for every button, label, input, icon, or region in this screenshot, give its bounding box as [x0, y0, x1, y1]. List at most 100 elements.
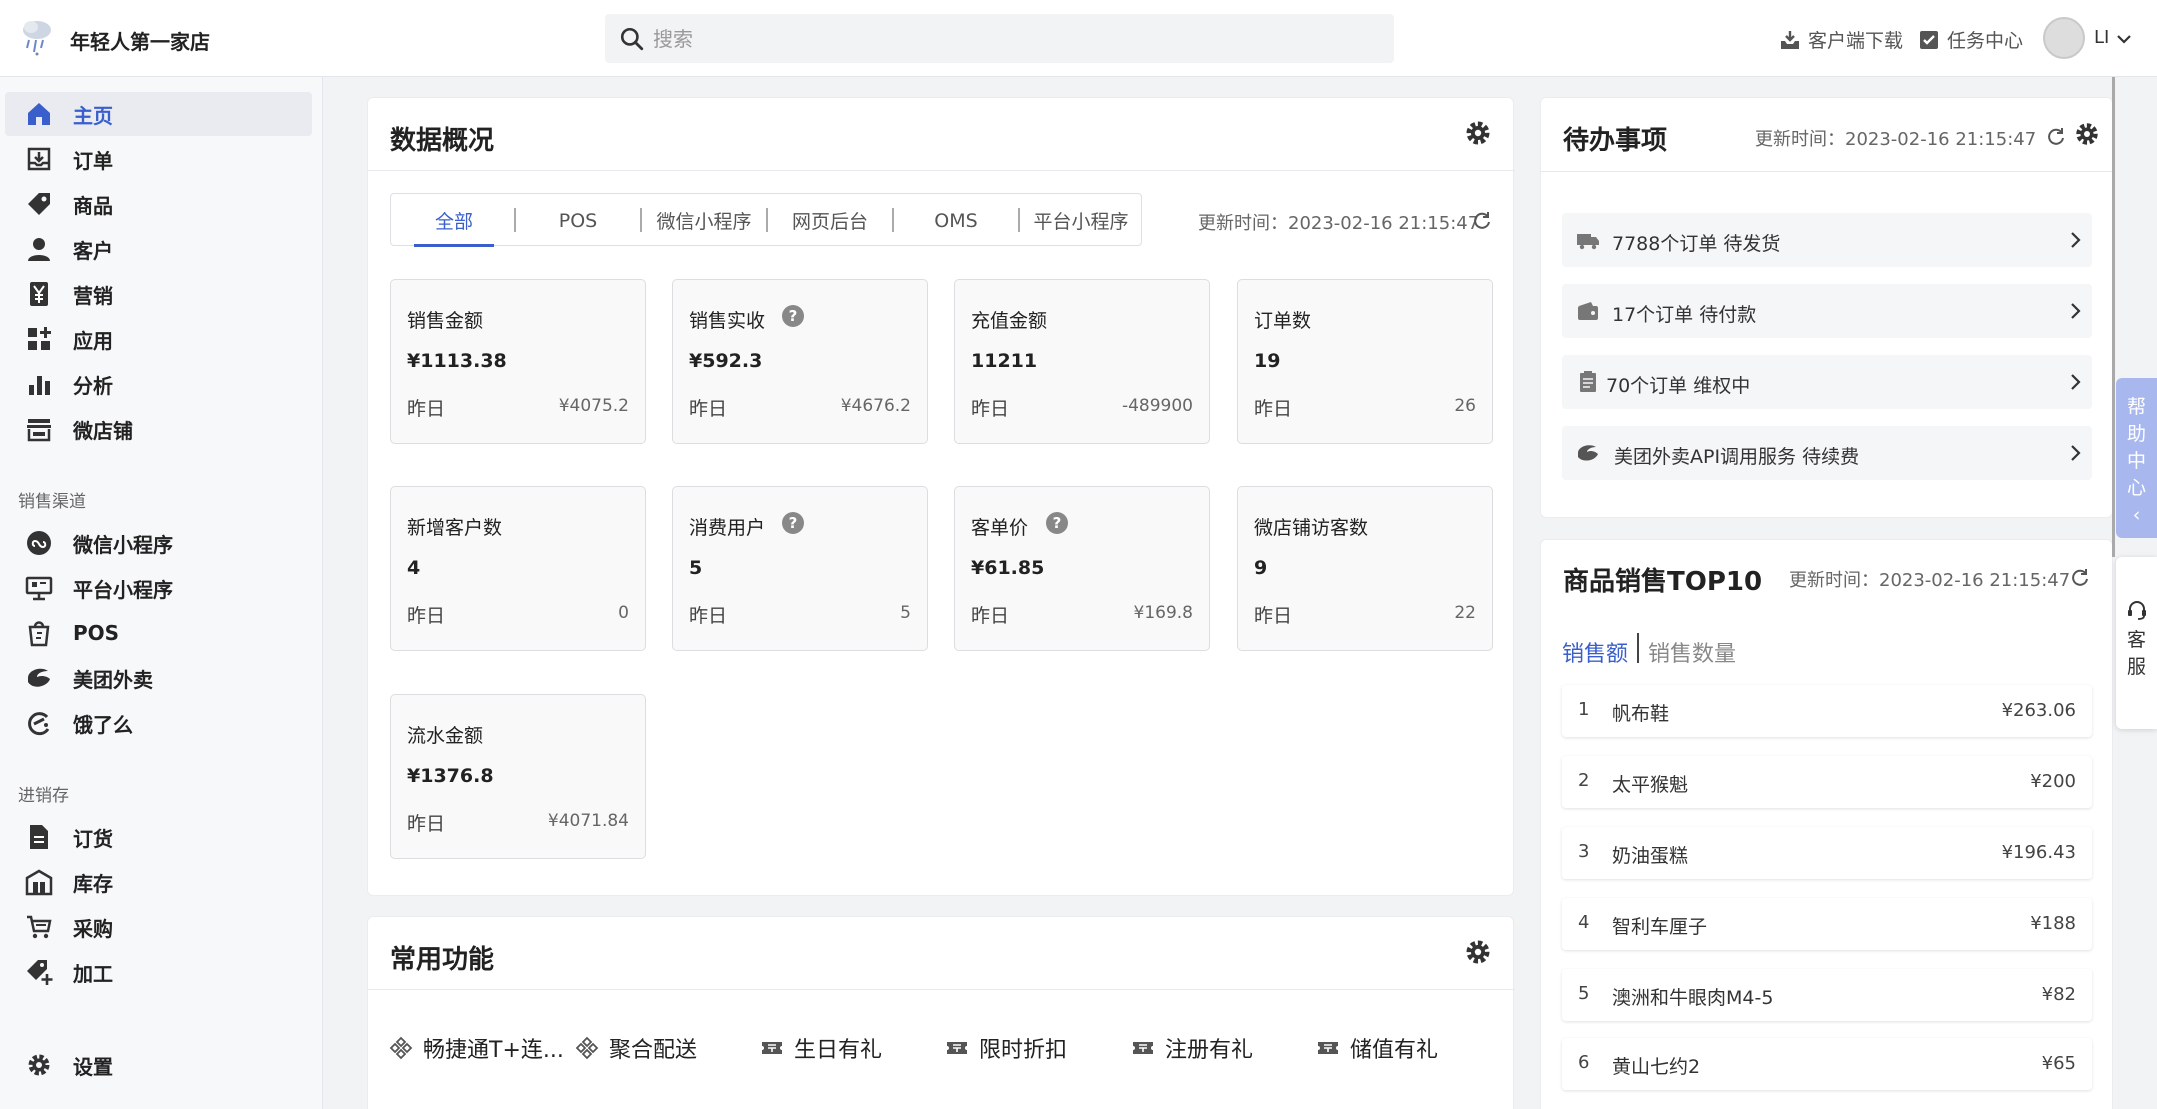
function-label: 聚合配送 — [609, 1038, 698, 1063]
sidebar-item-wechat-mini[interactable]: 微信小程序 — [5, 521, 312, 565]
sidebar-item-marketing[interactable]: 营销 — [5, 272, 312, 316]
gear-icon[interactable] — [2073, 120, 2101, 148]
refresh-icon[interactable] — [2046, 126, 2066, 146]
function-stored-value-gift[interactable]: 储值有礼 — [1316, 1032, 1438, 1064]
sidebar-item-settings[interactable]: 设置 — [5, 1043, 312, 1087]
sidebar-item-eleme[interactable]: 饿了么 — [5, 701, 312, 745]
list-item[interactable]: 1 帆布鞋 ¥263.06 — [1562, 685, 2092, 737]
metric-yesterday-value: ¥169.8 — [1133, 603, 1193, 623]
sidebar-item-analytics[interactable]: 分析 — [5, 362, 312, 406]
function-flash-discount[interactable]: 限时折扣 — [945, 1032, 1067, 1064]
list-item[interactable]: 5 澳洲和牛眼肉M4-5 ¥82 — [1562, 969, 2092, 1021]
sidebar-item-ordering[interactable]: 订货 — [5, 815, 312, 859]
search-input[interactable] — [653, 14, 1373, 63]
sidebar-item-stock[interactable]: 库存 — [5, 860, 312, 904]
sidebar-item-products[interactable]: 商品 — [5, 182, 312, 226]
scrollbar[interactable] — [2112, 77, 2115, 557]
tab-platform-mini[interactable]: 平台小程序 — [1020, 194, 1142, 247]
tab-sales-quantity[interactable]: 销售数量 — [1648, 636, 1736, 668]
gear-icon[interactable] — [1463, 937, 1493, 967]
customer-service-tab[interactable]: 客服 — [2116, 557, 2157, 729]
function-chanjet[interactable]: 畅捷通T+连... — [389, 1032, 564, 1064]
svg-text:?: ? — [1053, 514, 1062, 532]
user-name[interactable]: LI — [2094, 27, 2109, 48]
sidebar-item-label: 平台小程序 — [73, 577, 173, 602]
tab-sales-amount[interactable]: 销售额 — [1562, 636, 1628, 668]
todo-item-pending-payment[interactable]: 17个订单 待付款 — [1562, 284, 2092, 338]
metric-value: ¥1376.8 — [407, 765, 494, 787]
metric-yesterday-label: 昨日 — [971, 605, 1010, 627]
list-item[interactable]: 6 黄山七约2 ¥65 — [1562, 1038, 2092, 1090]
todo-item-pending-shipment[interactable]: 7788个订单 待发货 — [1562, 213, 2092, 267]
chevron-down-icon[interactable] — [2115, 30, 2133, 48]
help-center-tab[interactable]: 帮助中心 ‹ — [2116, 378, 2157, 538]
chevron-right-icon — [2071, 445, 2081, 461]
metric-yesterday-label: 昨日 — [1254, 398, 1293, 420]
metric-card-store-visitors[interactable]: 微店铺访客数 9 昨日 22 — [1237, 486, 1493, 651]
metric-card-sales-amount[interactable]: 销售金额 ¥1113.38 昨日 ¥4075.2 — [390, 279, 646, 444]
meituan-icon — [28, 668, 50, 687]
gear-icon[interactable] — [1463, 118, 1493, 148]
sidebar-item-apps[interactable]: 应用 — [5, 317, 312, 361]
sidebar-item-meituan[interactable]: 美团外卖 — [5, 656, 312, 700]
function-birthday-gift[interactable]: 生日有礼 — [760, 1032, 882, 1064]
avatar[interactable] — [2043, 17, 2085, 59]
rank-number: 2 — [1578, 770, 1590, 791]
list-item[interactable]: 3 奶油蛋糕 ¥196.43 — [1562, 827, 2092, 879]
yen-icon — [30, 282, 48, 306]
help-icon[interactable]: ? — [781, 511, 805, 535]
sidebar-item-label: 订货 — [73, 826, 113, 851]
help-icon[interactable]: ? — [781, 304, 805, 328]
metric-label: 客单价 — [971, 517, 1029, 539]
sidebar-item-purchase[interactable]: 采购 — [5, 905, 312, 949]
product-sales: ¥188 — [2030, 913, 2076, 934]
sidebar-item-label: 采购 — [73, 916, 113, 941]
help-icon[interactable]: ? — [1045, 511, 1069, 535]
sidebar-item-home[interactable]: 主页 — [5, 92, 312, 136]
refresh-icon[interactable] — [2070, 567, 2090, 587]
sidebar-item-label: 订单 — [73, 148, 113, 173]
metric-card-flow-amount[interactable]: 流水金额 ¥1376.8 昨日 ¥4071.84 — [390, 694, 646, 859]
metric-card-avg-order-value[interactable]: 客单价 ? ¥61.85 昨日 ¥169.8 — [954, 486, 1210, 651]
metric-yesterday-value: 22 — [1454, 603, 1476, 623]
metric-card-sales-received[interactable]: 销售实收 ? ¥592.3 昨日 ¥4676.2 — [672, 279, 928, 444]
sidebar-item-orders[interactable]: 订单 — [5, 137, 312, 181]
tab-all[interactable]: 全部 — [414, 194, 494, 247]
metric-card-recharge[interactable]: 充值金额 11211 昨日 -489900 — [954, 279, 1210, 444]
search-box[interactable] — [605, 14, 1394, 63]
sidebar-item-platform-mini[interactable]: 平台小程序 — [5, 566, 312, 610]
headset-icon — [2128, 601, 2146, 620]
overview-update-time: 更新时间：2023-02-16 21:15:47 — [1198, 213, 1480, 234]
download-label: 客户端下载 — [1808, 30, 1904, 52]
list-item[interactable]: 2 太平猴魁 ¥200 — [1562, 756, 2092, 808]
logo-icon[interactable] — [20, 18, 54, 56]
tab-wechat-mini[interactable]: 微信小程序 — [642, 194, 766, 247]
todo-item-meituan-renewal[interactable]: 美团外卖API调用服务 待续费 — [1562, 426, 2092, 480]
metric-value: 9 — [1254, 557, 1268, 579]
sidebar-item-label: POS — [73, 621, 120, 645]
task-center-link[interactable]: 任务中心 — [1917, 26, 2023, 53]
sidebar-item-processing[interactable]: 加工 — [5, 950, 312, 994]
sidebar-item-micro-store[interactable]: 微店铺 — [5, 407, 312, 451]
metric-card-paying-users[interactable]: 消费用户 ? 5 昨日 5 — [672, 486, 928, 651]
refresh-icon[interactable] — [1472, 210, 1492, 230]
product-sales: ¥196.43 — [2001, 842, 2076, 863]
sidebar-item-pos[interactable]: POS — [5, 611, 312, 655]
metric-card-order-count[interactable]: 订单数 19 昨日 26 — [1237, 279, 1493, 444]
metric-card-new-customers[interactable]: 新增客户数 4 昨日 0 — [390, 486, 646, 651]
list-item[interactable]: 4 智利车厘子 ¥188 — [1562, 898, 2092, 950]
sidebar-item-customers[interactable]: 客户 — [5, 227, 312, 271]
sidebar-item-label: 美团外卖 — [73, 667, 153, 692]
function-signup-gift[interactable]: 注册有礼 — [1131, 1032, 1253, 1064]
metric-value: 11211 — [971, 350, 1038, 372]
tab-pos[interactable]: POS — [516, 194, 640, 247]
metric-value: ¥61.85 — [971, 557, 1045, 579]
todo-item-disputes[interactable]: 70个订单 维权中 — [1562, 355, 2092, 409]
function-aggregate-delivery[interactable]: 聚合配送 — [575, 1032, 697, 1064]
tab-oms[interactable]: OMS — [894, 194, 1018, 247]
metric-value: 19 — [1254, 350, 1281, 372]
product-name: 帆布鞋 — [1612, 703, 1670, 725]
tab-web-admin[interactable]: 网页后台 — [768, 194, 892, 247]
download-client-link[interactable]: 客户端下载 — [1778, 26, 1903, 53]
store-name[interactable]: 年轻人第一家店 — [70, 26, 210, 55]
